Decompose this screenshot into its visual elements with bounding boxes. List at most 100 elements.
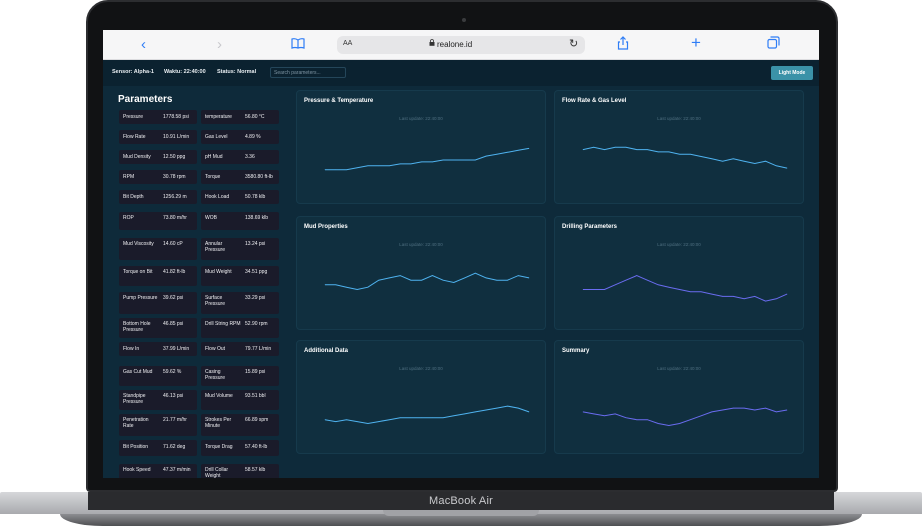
data-point xyxy=(711,411,713,413)
param-label: Bottom Hole Pressure xyxy=(123,321,151,333)
param-label: Casing Pressure xyxy=(205,369,226,381)
param-card: WOB 138.69 klb xyxy=(201,212,279,230)
data-point xyxy=(442,159,444,161)
series-line xyxy=(324,405,530,425)
status-label: Status: Normal xyxy=(217,69,257,75)
series-line xyxy=(583,275,788,302)
data-point xyxy=(657,151,659,153)
param-card: Standpipe Pressure 46.13 psi xyxy=(119,390,197,410)
param-label: Bit Position xyxy=(123,444,149,450)
data-point xyxy=(690,291,691,293)
data-point xyxy=(335,421,336,422)
param-label: Mud Viscosity xyxy=(123,241,154,247)
url-text[interactable]: realone.id xyxy=(437,40,472,49)
data-point xyxy=(399,163,401,165)
data-point xyxy=(776,411,777,413)
data-point xyxy=(356,167,358,168)
panel-title: Additional Data xyxy=(304,348,349,354)
data-point xyxy=(636,419,637,420)
param-card: Mud Density 12.50 ppg xyxy=(119,150,197,164)
data-point xyxy=(604,415,605,417)
data-point xyxy=(690,153,691,155)
back-icon[interactable]: ‹ xyxy=(141,36,146,54)
param-label: Flow Out xyxy=(205,346,226,352)
param-card: Drill Collar Weight 58.57 klb xyxy=(201,464,279,478)
param-value: 34.51 ppg xyxy=(245,269,268,275)
param-card: Flow In 37.99 L/min xyxy=(119,342,197,356)
series-line xyxy=(325,147,530,171)
laptop-brand: MacBook Air xyxy=(429,495,493,507)
data-point xyxy=(582,411,584,413)
data-point xyxy=(496,153,498,155)
param-value: 21.77 m/hr xyxy=(163,417,187,423)
param-value: 37.99 L/min xyxy=(163,346,190,352)
data-point xyxy=(324,169,326,170)
data-point xyxy=(582,289,584,290)
series-line xyxy=(582,407,788,427)
param-label: Flow Rate xyxy=(123,134,146,140)
param-value: 138.69 klb xyxy=(245,215,269,221)
data-point xyxy=(776,165,777,167)
data-point xyxy=(700,415,702,417)
data-point xyxy=(464,159,465,161)
param-label: Mud Volume xyxy=(205,393,233,399)
data-point xyxy=(367,286,369,288)
param-value: 59.62 % xyxy=(163,369,182,375)
data-point xyxy=(614,284,616,286)
param-label: Torque on Bit xyxy=(123,269,153,275)
param-label: Drill Collar Weight xyxy=(205,467,229,478)
param-value: 12.50 ppg xyxy=(163,154,186,160)
param-card: Gas Level 4.89 % xyxy=(201,130,279,144)
bookmarks-icon[interactable] xyxy=(291,36,305,54)
param-label: Strokes Per Minute xyxy=(205,417,232,429)
forward-icon[interactable]: › xyxy=(217,36,222,54)
data-point xyxy=(528,277,530,279)
param-card: Flow Out 79.77 L/min xyxy=(201,342,279,356)
data-point xyxy=(464,413,465,415)
param-value: 47.37 m/min xyxy=(163,467,191,473)
data-point xyxy=(668,286,670,288)
param-card: Casing Pressure 15.89 psi xyxy=(201,366,279,386)
data-point xyxy=(367,423,369,424)
param-card: pH Mud 3.36 xyxy=(201,150,279,164)
data-point xyxy=(356,289,358,290)
param-value: 4.89 % xyxy=(245,134,261,140)
tabs-overview-icon[interactable] xyxy=(767,36,780,54)
chart-panel: Pressure & Temperature Last update: 22:40… xyxy=(296,90,546,204)
dashboard-app: Sensor: Alpha-1 Waktu: 22:40:00 Status: … xyxy=(103,60,819,478)
data-point xyxy=(528,148,530,149)
reader-aa-button[interactable]: AA xyxy=(343,40,352,47)
data-point xyxy=(743,160,745,162)
param-card: Mud Weight 34.51 ppg xyxy=(201,266,279,286)
param-label: Hook Load xyxy=(205,194,230,200)
data-point xyxy=(786,293,788,295)
line-chart xyxy=(324,147,530,171)
param-label: Surface Pressure xyxy=(205,295,226,307)
param-card: Strokes Per Minute 66.89 spm xyxy=(201,414,279,436)
sensor-label: Sensor: Alpha-1 xyxy=(112,69,154,75)
new-tab-icon[interactable]: + xyxy=(691,34,701,52)
light-mode-button[interactable]: Light Mode xyxy=(771,66,813,80)
param-card: RPM 30.78 rpm xyxy=(119,170,197,184)
data-point xyxy=(711,158,713,160)
param-value: 33.29 psi xyxy=(245,295,266,301)
data-point xyxy=(389,165,390,167)
param-value: 93.51 bbl xyxy=(245,393,266,399)
data-point xyxy=(733,158,734,160)
param-label: Torque Drag xyxy=(205,444,233,450)
param-value: 57.40 ft-lb xyxy=(245,444,268,450)
share-icon[interactable] xyxy=(617,36,629,55)
param-label: Pressure xyxy=(123,114,144,120)
param-card: Torque 3580.80 ft-lb xyxy=(201,170,279,184)
reload-icon[interactable]: ↻ xyxy=(569,37,578,50)
data-point xyxy=(475,159,476,161)
data-point xyxy=(453,282,455,283)
data-point xyxy=(786,167,788,169)
param-value: 73.80 m/hr xyxy=(163,215,187,221)
search-input[interactable] xyxy=(270,67,346,78)
data-point xyxy=(722,296,723,297)
data-point xyxy=(733,296,734,297)
data-point xyxy=(776,298,777,300)
param-card: Hook Load 50.78 klb xyxy=(201,190,279,204)
param-card: Bit Position 71.62 deg xyxy=(119,440,197,456)
